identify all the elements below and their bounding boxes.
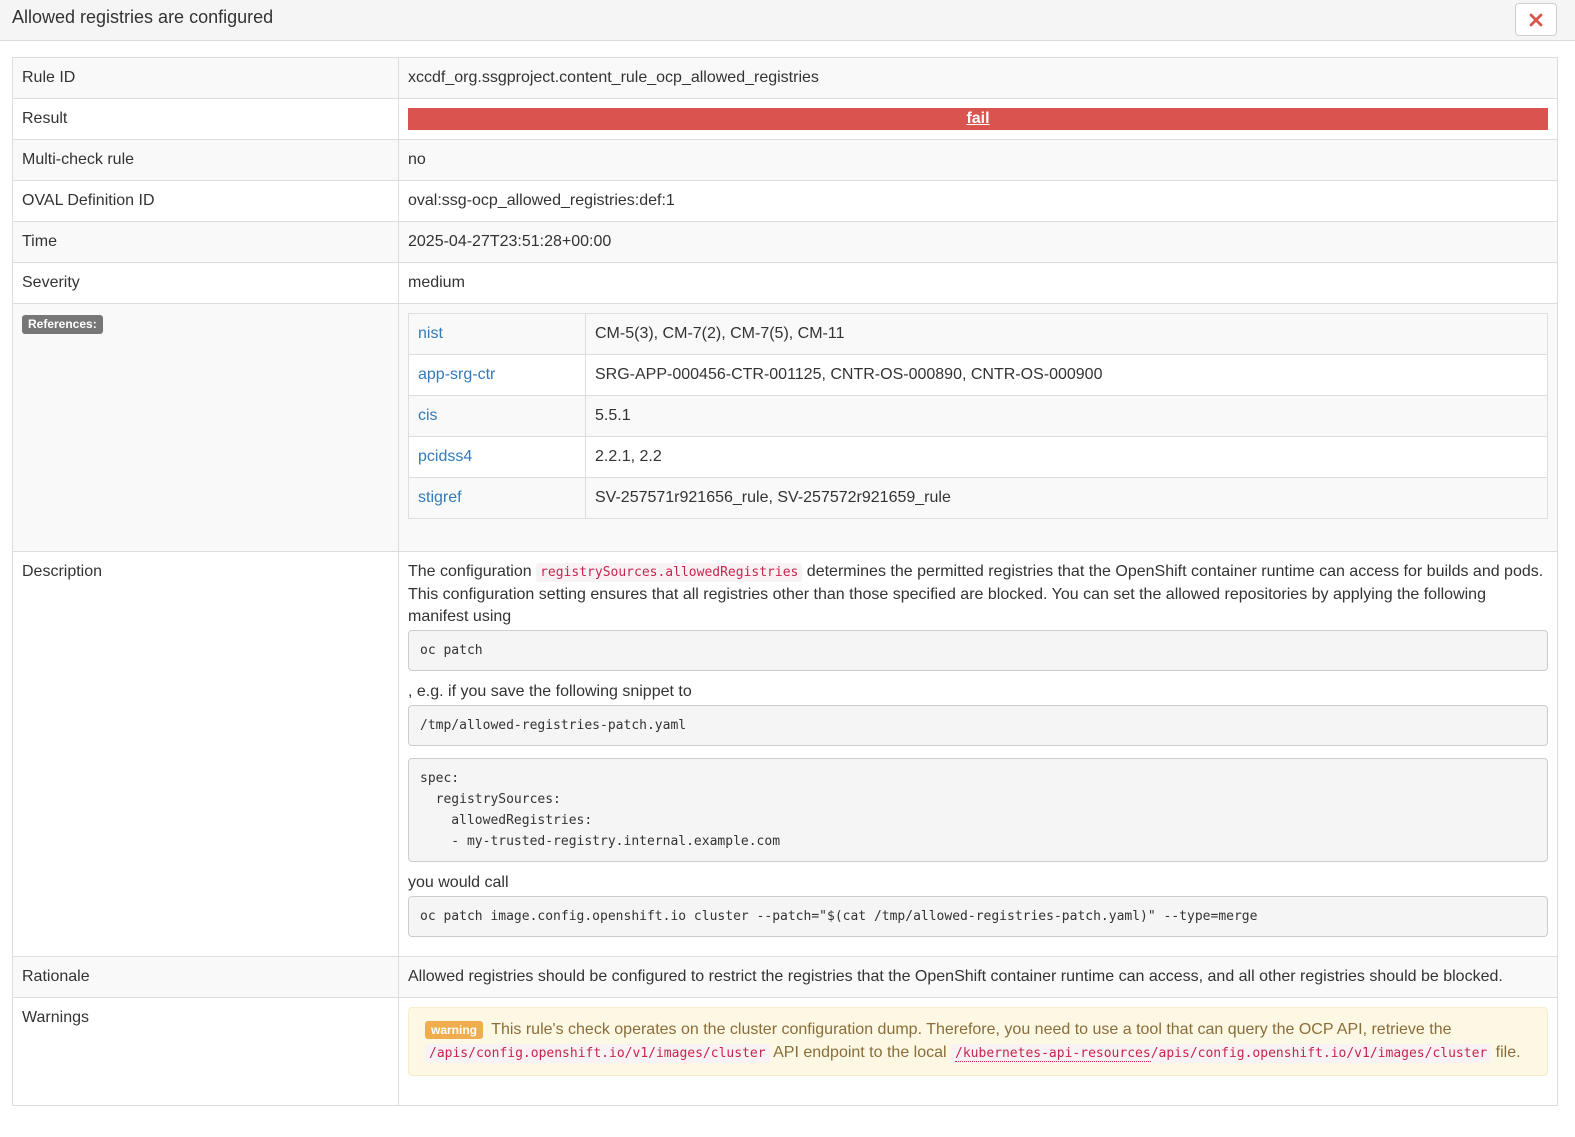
- code-block-oc-patch: oc patch: [408, 630, 1548, 671]
- close-button[interactable]: [1515, 3, 1557, 36]
- reference-row: pcidss4 2.2.1, 2.2: [408, 436, 1548, 478]
- reference-link-cis[interactable]: cis: [418, 407, 438, 424]
- severity-value: medium: [398, 262, 1558, 304]
- row-oval-id: OVAL Definition ID oval:ssg-ocp_allowed_…: [12, 180, 1558, 222]
- reference-value: CM-5(3), CM-7(2), CM-7(5), CM-11: [585, 313, 1548, 355]
- modal-header: Allowed registries are configured: [0, 0, 1575, 41]
- time-label: Time: [12, 221, 399, 263]
- references-label: References:: [22, 315, 103, 334]
- description-text: , e.g. if you save the following snippet…: [408, 683, 692, 700]
- description-label: Description: [12, 551, 399, 957]
- warning-code-abbr: /kubernetes-api-resources: [955, 1046, 1151, 1062]
- row-result: Result fail: [12, 98, 1558, 140]
- result-fail-bar: fail: [408, 108, 1548, 130]
- description-text: you would call: [408, 874, 509, 891]
- close-icon: [1529, 13, 1543, 26]
- warning-text: file.: [1491, 1044, 1521, 1061]
- time-value: 2025-04-27T23:51:28+00:00: [398, 221, 1558, 263]
- reference-value: SV-257571r921656_rule, SV-257572r921659_…: [585, 477, 1548, 519]
- reference-link-pcidss4[interactable]: pcidss4: [418, 448, 472, 465]
- row-multi-check: Multi-check rule no: [12, 139, 1558, 181]
- reference-row: nist CM-5(3), CM-7(2), CM-7(5), CM-11: [408, 313, 1548, 355]
- references-table: nist CM-5(3), CM-7(2), CM-7(5), CM-11 ap…: [408, 313, 1548, 519]
- row-severity: Severity medium: [12, 262, 1558, 304]
- multi-check-label: Multi-check rule: [12, 139, 399, 181]
- reference-link-app-srg-ctr[interactable]: app-srg-ctr: [418, 366, 495, 383]
- warning-alert: warning This rule's check operates on th…: [408, 1007, 1548, 1076]
- rationale-value: Allowed registries should be configured …: [398, 956, 1558, 998]
- code-block-yaml-snippet: spec: registrySources: allowedRegistries…: [408, 758, 1548, 862]
- result-label: Result: [12, 98, 399, 140]
- row-rationale: Rationale Allowed registries should be c…: [12, 956, 1558, 998]
- rationale-label: Rationale: [12, 956, 399, 998]
- row-rule-id: Rule ID xccdf_org.ssgproject.content_rul…: [12, 57, 1558, 99]
- oval-id-label: OVAL Definition ID: [12, 180, 399, 222]
- description-text: The configuration: [408, 563, 537, 580]
- warnings-cell: warning This rule's check operates on th…: [398, 997, 1558, 1106]
- warning-code-endpoint: /apis/config.openshift.io/v1/images/clus…: [425, 1044, 770, 1063]
- row-warnings: Warnings warning This rule's check opera…: [12, 997, 1558, 1106]
- rule-details-table: Rule ID xccdf_org.ssgproject.content_rul…: [12, 57, 1558, 1106]
- reference-row: app-srg-ctr SRG-APP-000456-CTR-001125, C…: [408, 354, 1548, 396]
- result-cell: fail: [398, 98, 1558, 140]
- multi-check-value: no: [398, 139, 1558, 181]
- severity-label: Severity: [12, 262, 399, 304]
- rule-id-label: Rule ID: [12, 57, 399, 99]
- reference-link-nist[interactable]: nist: [418, 325, 443, 342]
- references-label-cell: References:: [12, 303, 399, 552]
- modal-title: Allowed registries are configured: [12, 7, 274, 27]
- warning-text: This rule's check operates on the cluste…: [491, 1021, 1452, 1038]
- references-cell: nist CM-5(3), CM-7(2), CM-7(5), CM-11 ap…: [398, 303, 1558, 552]
- rule-id-value: xccdf_org.ssgproject.content_rule_ocp_al…: [398, 57, 1558, 99]
- warning-code-local-file: /kubernetes-api-resources/apis/config.op…: [951, 1044, 1492, 1063]
- warning-code-path: /apis/config.openshift.io/v1/images/clus…: [1150, 1046, 1488, 1061]
- description-paragraph: The configuration registrySources.allowe…: [408, 561, 1548, 628]
- description-cell: The configuration registrySources.allowe…: [398, 551, 1558, 957]
- reference-value: SRG-APP-000456-CTR-001125, CNTR-OS-00089…: [585, 354, 1548, 396]
- warning-text: API endpoint to the local: [769, 1044, 952, 1061]
- description-code: registrySources.allowedRegistries: [536, 563, 803, 582]
- warning-badge: warning: [425, 1021, 484, 1039]
- oval-id-value: oval:ssg-ocp_allowed_registries:def:1: [398, 180, 1558, 222]
- reference-value: 5.5.1: [585, 395, 1548, 437]
- code-block-patch-command: oc patch image.config.openshift.io clust…: [408, 896, 1548, 937]
- warnings-label: Warnings: [12, 997, 399, 1106]
- code-block-patch-path: /tmp/allowed-registries-patch.yaml: [408, 705, 1548, 746]
- reference-row: cis 5.5.1: [408, 395, 1548, 437]
- reference-value: 2.2.1, 2.2: [585, 436, 1548, 478]
- row-time: Time 2025-04-27T23:51:28+00:00: [12, 221, 1558, 263]
- row-description: Description The configuration registrySo…: [12, 551, 1558, 957]
- row-references: References: nist CM-5(3), CM-7(2), CM-7(…: [12, 303, 1558, 552]
- reference-row: stigref SV-257571r921656_rule, SV-257572…: [408, 477, 1548, 519]
- reference-link-stigref[interactable]: stigref: [418, 489, 462, 506]
